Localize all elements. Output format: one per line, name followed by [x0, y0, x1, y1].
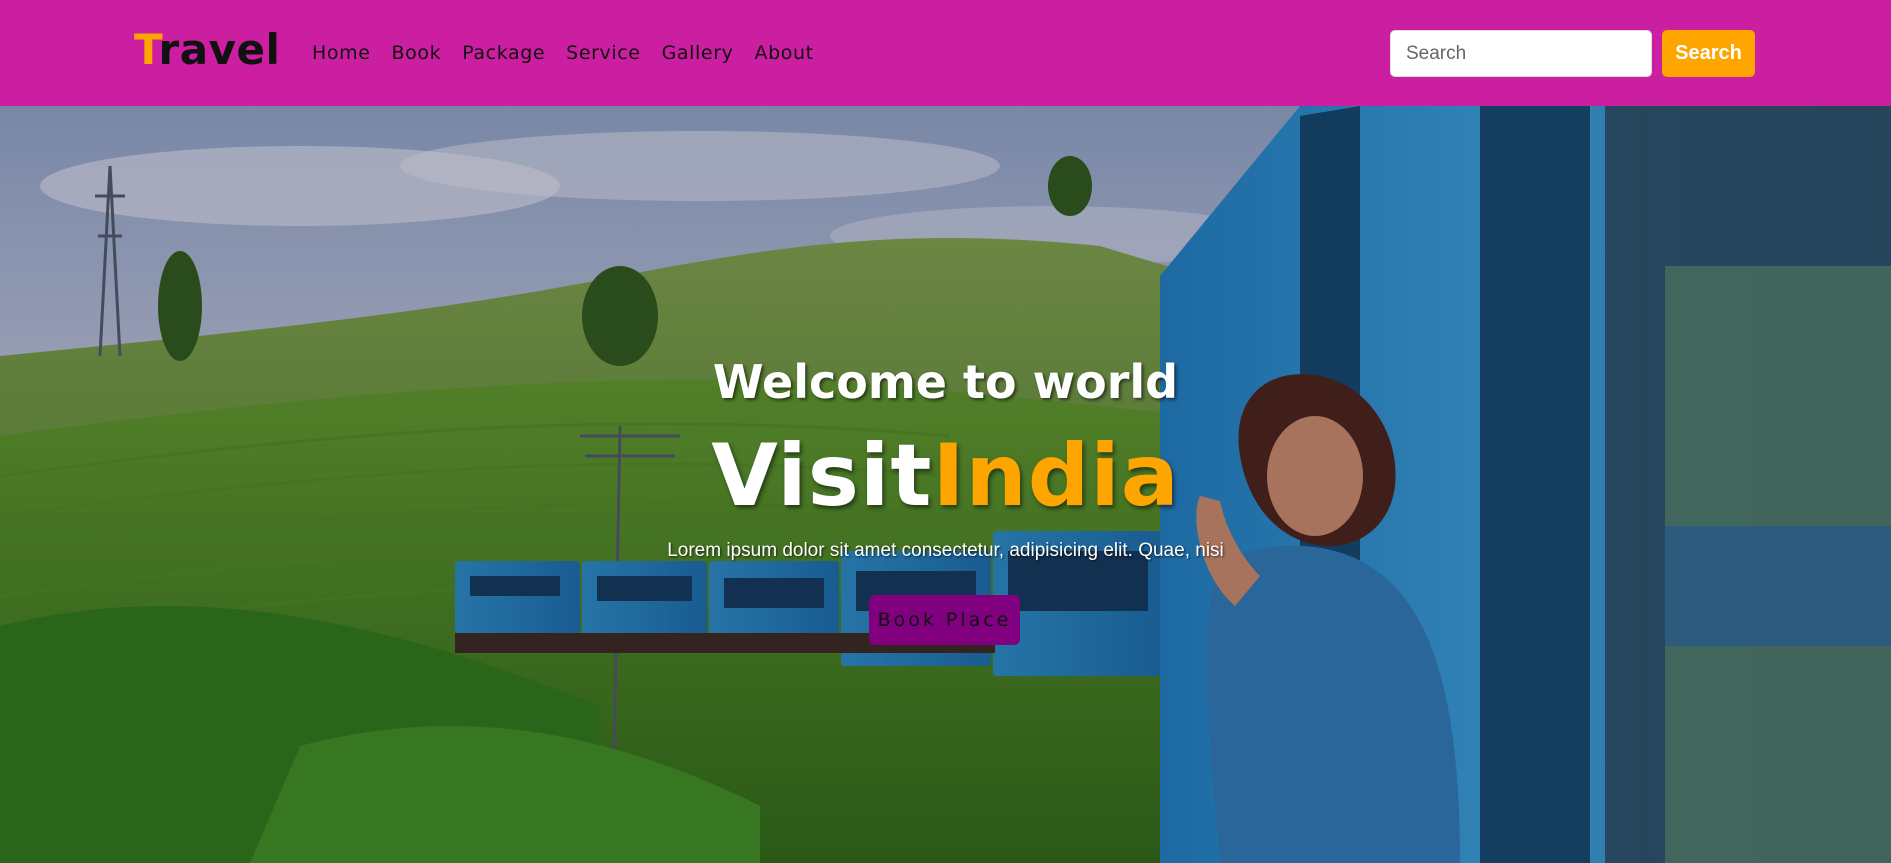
hero-section: Welcome to world VisitIndia Lorem ipsum … [0, 106, 1891, 863]
hero-title: VisitIndia [0, 426, 1891, 526]
nav-link-gallery[interactable]: Gallery [662, 38, 734, 68]
hero-content: Welcome to world VisitIndia Lorem ipsum … [0, 106, 1891, 863]
nav-link-book[interactable]: Book [392, 38, 442, 68]
nav-link-about[interactable]: About [754, 38, 813, 68]
nav-link-home[interactable]: Home [312, 38, 371, 68]
brand-first-letter: T [134, 25, 159, 74]
search-input[interactable] [1390, 30, 1652, 77]
hero-title-accent: India [932, 426, 1180, 526]
nav-link-service[interactable]: Service [566, 38, 640, 68]
hero-subtitle: Lorem ipsum dolor sit amet consectetur, … [667, 540, 1224, 561]
brand-rest: ravel [158, 25, 281, 74]
search-button[interactable]: Search [1662, 30, 1755, 77]
nav-links: Home Book Package Service Gallery About [312, 38, 835, 68]
nav-link-package[interactable]: Package [462, 38, 545, 68]
hero-welcome-text: Welcome to world [712, 355, 1179, 409]
navbar: Travel Home Book Package Service Gallery… [0, 0, 1891, 106]
brand-logo[interactable]: Travel [134, 22, 280, 78]
book-place-button[interactable]: Book Place [869, 595, 1020, 645]
hero-title-main: Visit [711, 426, 933, 526]
